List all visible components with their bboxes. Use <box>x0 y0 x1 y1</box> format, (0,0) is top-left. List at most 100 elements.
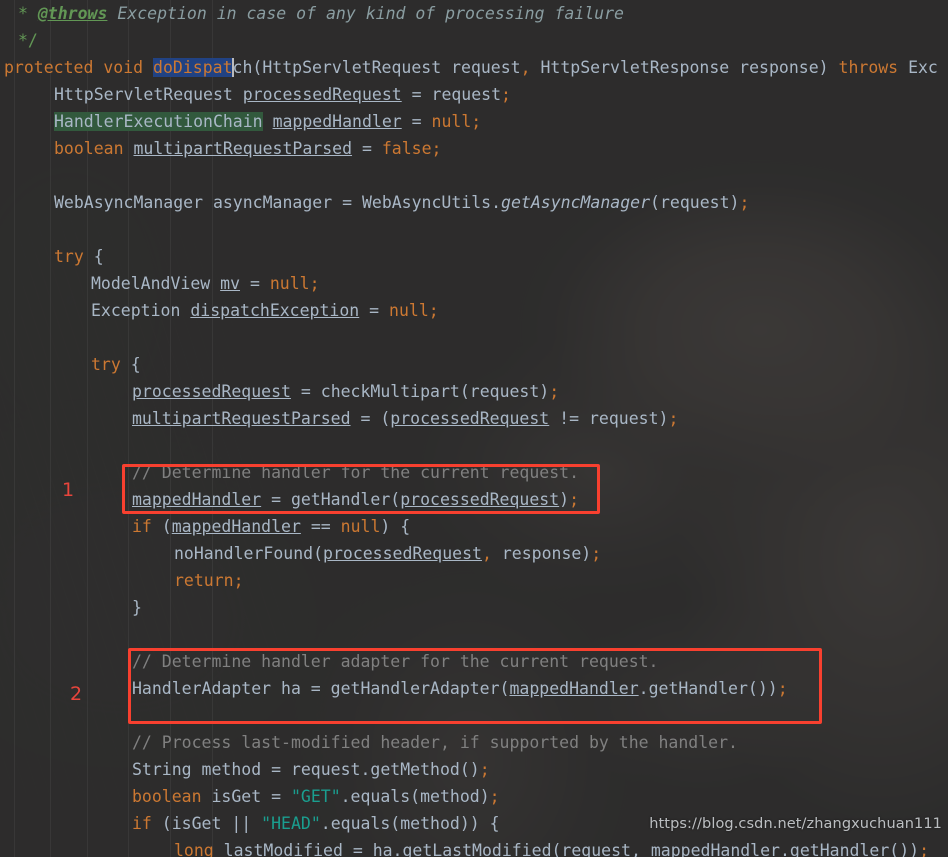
code-line[interactable]: noHandlerFound(processedRequest, respons… <box>0 540 948 567</box>
code-token-def: response) <box>491 544 592 563</box>
code-token-str: "GET" <box>290 787 341 806</box>
code-token-def: Exc <box>908 58 938 77</box>
code-token-def: Exception <box>91 301 191 320</box>
code-token-loc: mappedHandler <box>272 112 402 131</box>
code-token-def: == <box>300 517 341 536</box>
code-line[interactable] <box>0 432 948 459</box>
code-line[interactable]: String method = request.getMethod(); <box>0 756 948 783</box>
code-token-semi: ; <box>489 787 500 806</box>
code-token-kw: null <box>431 112 472 131</box>
code-line[interactable]: long lastModified = ha.getLastModified(r… <box>0 837 948 857</box>
code-token-semi: ; <box>233 571 244 590</box>
code-token-semi: ; <box>431 139 442 158</box>
code-line[interactable]: } <box>0 594 948 621</box>
code-line[interactable]: Exception dispatchException = null; <box>0 297 948 324</box>
code-token-loc: processedRequest <box>242 85 402 104</box>
code-line[interactable] <box>0 216 948 243</box>
code-token-loc: mv <box>220 274 241 293</box>
code-token-def <box>829 58 839 77</box>
code-token-semi: ; <box>501 85 511 104</box>
code-token-loc: processedRequest <box>323 544 482 563</box>
code-token-doc: * <box>18 4 28 23</box>
code-token-def <box>93 58 103 77</box>
code-token-def: (isGet || <box>151 814 262 833</box>
code-line[interactable] <box>0 324 948 351</box>
code-token-kw: null <box>340 517 381 536</box>
code-token-def: = request <box>401 85 502 104</box>
code-line[interactable]: HandlerExecutionChain mappedHandler = nu… <box>0 108 948 135</box>
code-token-def: HttpServletRequest <box>54 85 243 104</box>
code-token-def: noHandlerFound( <box>174 544 324 563</box>
code-token-semi: , <box>481 544 492 563</box>
code-token-def: .equals(method)) { <box>320 814 500 833</box>
code-line[interactable]: HandlerAdapter ha = getHandlerAdapter(ma… <box>0 675 948 702</box>
code-token-def: lastModified = ha.getLastModified(reques… <box>213 841 651 857</box>
code-line[interactable]: WebAsyncManager asyncManager = WebAsyncU… <box>0 189 948 216</box>
code-line[interactable]: boolean multipartRequestParsed = false; <box>0 135 948 162</box>
code-token-punc: } <box>132 598 142 617</box>
code-token-def <box>143 58 153 77</box>
code-line[interactable]: return; <box>0 567 948 594</box>
code-token-loc: processedRequest <box>132 382 291 401</box>
code-token-semi: ; <box>591 544 602 563</box>
code-token-kw: boolean <box>132 787 202 806</box>
code-token-def: .equals(method) <box>340 787 490 806</box>
code-token-punc: ( <box>252 58 263 77</box>
code-line[interactable]: protected void doDispatch(HttpServletReq… <box>0 54 948 81</box>
code-token-loc: processedRequest <box>390 409 550 428</box>
code-line[interactable]: // Determine handler for the current req… <box>0 459 948 486</box>
code-token-docI: Exception in case of any kind of process… <box>117 4 624 23</box>
code-token-loc: multipartRequestParsed <box>132 409 351 428</box>
code-token-def: WebAsyncManager asyncManager = WebAsyncU… <box>54 193 502 212</box>
code-line[interactable]: try { <box>0 243 948 270</box>
code-token-stat: getAsyncManager <box>501 193 651 212</box>
code-token-def: = getHandler( <box>261 490 401 509</box>
code-token-def: = checkMultipart(request) <box>290 382 550 401</box>
code-token-cmt: // Determine handler for the current req… <box>132 463 580 482</box>
code-token-semi: ; <box>668 409 679 428</box>
code-token-kw: if <box>132 517 152 536</box>
code-token-kw: return <box>174 571 234 590</box>
code-token-loc: mappedHandler <box>509 679 639 698</box>
code-line[interactable] <box>0 621 948 648</box>
code-token-def <box>263 112 273 131</box>
code-line[interactable]: if (isGet || "HEAD".equals(method)) { <box>0 810 948 837</box>
code-line[interactable]: boolean isGet = "GET".equals(method); <box>0 783 948 810</box>
code-token-loc: multipartRequestParsed <box>133 139 353 158</box>
code-token-def <box>124 139 134 158</box>
code-line[interactable] <box>0 702 948 729</box>
code-token-def <box>898 58 908 77</box>
code-token-def: .getHandler()) <box>779 841 920 857</box>
code-token-def: ModelAndView <box>91 274 221 293</box>
code-editor-window[interactable]: * @throws Exception in case of any kind … <box>0 0 948 857</box>
code-line[interactable]: * @throws Exception in case of any kind … <box>0 0 948 27</box>
code-line[interactable]: multipartRequestParsed = (processedReque… <box>0 405 948 432</box>
code-line[interactable]: mappedHandler = getHandler(processedRequ… <box>0 486 948 513</box>
code-token-def: = <box>359 301 390 320</box>
code-line[interactable]: */ <box>0 27 948 54</box>
code-line[interactable] <box>0 162 948 189</box>
code-line[interactable]: HttpServletRequest processedRequest = re… <box>0 81 948 108</box>
code-token-def: HttpServletResponse response <box>530 58 819 77</box>
code-token-punc: ) <box>818 58 829 77</box>
code-token-semi: ; <box>309 274 320 293</box>
code-line[interactable]: ModelAndView mv = null; <box>0 270 948 297</box>
code-token-def: (request) <box>650 193 740 212</box>
code-token-loc: processedRequest <box>400 490 560 509</box>
code-token-def: ) { <box>380 517 411 536</box>
code-text-area[interactable]: * @throws Exception in case of any kind … <box>0 0 948 857</box>
code-line[interactable]: // Process last-modified header, if supp… <box>0 729 948 756</box>
code-token-kw: null <box>269 274 310 293</box>
code-line[interactable]: try { <box>0 351 948 378</box>
code-line[interactable]: if (mappedHandler == null) { <box>0 513 948 540</box>
code-token-kw: throws <box>838 58 899 77</box>
code-token-semi: ; <box>549 382 560 401</box>
code-token-def: != request) <box>549 409 669 428</box>
code-token-semi: ; <box>569 490 580 509</box>
code-token-cmt: // Process last-modified header, if supp… <box>132 733 738 752</box>
code-line[interactable]: processedRequest = checkMultipart(reques… <box>0 378 948 405</box>
code-token-loc: mappedHandler <box>650 841 780 857</box>
code-line[interactable]: // Determine handler adapter for the cur… <box>0 648 948 675</box>
code-token-doct: @throws <box>37 4 108 23</box>
code-token-def: ) <box>559 490 570 509</box>
